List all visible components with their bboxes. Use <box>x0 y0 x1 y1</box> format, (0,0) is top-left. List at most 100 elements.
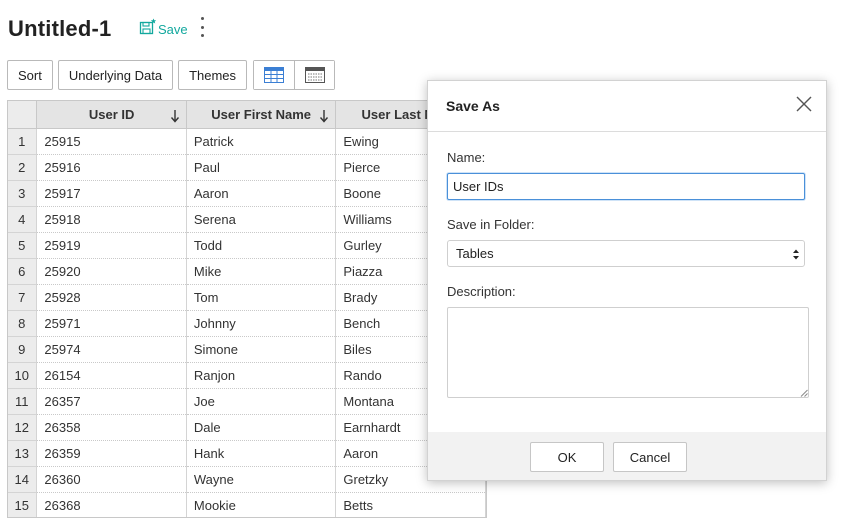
dialog-title: Save As <box>446 98 500 114</box>
summary-view-icon <box>304 67 325 83</box>
table-cell[interactable]: 25918 <box>36 206 187 233</box>
row-number: 14 <box>8 466 38 493</box>
row-number: 12 <box>8 414 38 441</box>
ok-button[interactable]: OK <box>530 442 604 472</box>
table-cell[interactable]: Patrick <box>186 128 337 155</box>
table-row[interactable]: 1 25915 Patrick Ewing <box>8 128 486 155</box>
table-cell[interactable]: 26154 <box>36 362 187 389</box>
row-number: 15 <box>8 492 38 517</box>
row-number: 13 <box>8 440 38 467</box>
table-cell[interactable]: Serena <box>186 206 337 233</box>
table-cell[interactable]: Mookie <box>186 492 337 517</box>
table-cell[interactable]: 25916 <box>36 154 187 181</box>
document-title: Untitled-1 <box>8 16 112 41</box>
table-cell[interactable]: Simone <box>186 336 337 363</box>
underlying-data-button[interactable]: Underlying Data <box>57 60 174 90</box>
dialog-footer: OK Cancel <box>428 432 826 480</box>
table-cell[interactable]: 25928 <box>36 284 187 311</box>
table-cell[interactable]: 25971 <box>36 310 187 337</box>
table-cell[interactable]: 26359 <box>36 440 187 467</box>
table-cell[interactable]: Dale <box>186 414 337 441</box>
sort-descending-icon[interactable] <box>319 109 329 123</box>
table-cell[interactable]: Paul <box>186 154 337 181</box>
table-row[interactable]: 13 26359 Hank Aaron <box>8 440 486 467</box>
table-cell[interactable]: Betts <box>335 492 486 517</box>
row-number: 10 <box>8 362 38 389</box>
column-header-label: User ID <box>88 106 135 122</box>
select-arrows-icon <box>793 249 799 260</box>
row-number: 9 <box>8 336 38 363</box>
data-table: User ID User First Name User Last Name 1… <box>7 100 487 518</box>
description-label: Description: <box>447 284 516 299</box>
table-row[interactable]: 14 26360 Wayne Gretzky <box>8 466 486 493</box>
resize-grip-icon[interactable] <box>800 389 808 397</box>
save-icon <box>139 18 157 34</box>
table-cell[interactable]: Mike <box>186 258 337 285</box>
table-row[interactable]: 6 25920 Mike Piazza <box>8 258 486 285</box>
row-number: 3 <box>8 180 38 207</box>
table-view-icon <box>264 67 285 83</box>
more-options-icon[interactable] <box>196 17 208 37</box>
table-row[interactable]: 9 25974 Simone Biles <box>8 336 486 363</box>
toolbar: Sort Underlying Data Themes <box>7 60 336 90</box>
table-corner <box>8 101 38 129</box>
sort-button[interactable]: Sort <box>7 60 53 90</box>
table-row[interactable]: 5 25919 Todd Gurley <box>8 232 486 259</box>
table-cell[interactable]: 26368 <box>36 492 187 517</box>
summary-view-button[interactable] <box>294 61 335 89</box>
save-button[interactable]: Save <box>139 16 188 37</box>
table-cell[interactable]: 26358 <box>36 414 187 441</box>
table-row[interactable]: 10 26154 Ranjon Rando <box>8 362 486 389</box>
table-row[interactable]: 11 26357 Joe Montana <box>8 388 486 415</box>
table-row[interactable]: 15 26368 Mookie Betts <box>8 492 486 517</box>
table-cell[interactable]: 26360 <box>36 466 187 493</box>
sort-descending-icon[interactable] <box>170 109 180 123</box>
dialog-header: Save As <box>428 81 826 132</box>
save-label: Save <box>158 22 188 37</box>
folder-label: Save in Folder: <box>447 217 535 232</box>
title-bar: Untitled-1 <box>8 14 111 44</box>
table-cell[interactable]: Wayne <box>186 466 337 493</box>
close-icon[interactable] <box>795 95 813 113</box>
name-label: Name: <box>447 150 486 165</box>
row-number: 4 <box>8 206 38 233</box>
column-header-user-id[interactable]: User ID <box>36 101 187 129</box>
table-row[interactable]: 8 25971 Johnny Bench <box>8 310 486 337</box>
table-cell[interactable]: 25917 <box>36 180 187 207</box>
cancel-button[interactable]: Cancel <box>613 442 687 472</box>
table-cell[interactable]: Joe <box>186 388 337 415</box>
row-number: 8 <box>8 310 38 337</box>
column-header-user-first-name[interactable]: User First Name <box>186 101 337 129</box>
table-cell[interactable]: Tom <box>186 284 337 311</box>
table-cell[interactable]: Johnny <box>186 310 337 337</box>
table-row[interactable]: 2 25916 Paul Pierce <box>8 154 486 181</box>
table-cell[interactable]: 25915 <box>36 128 187 155</box>
table-view-button[interactable] <box>254 61 295 89</box>
table-row[interactable]: 7 25928 Tom Brady <box>8 284 486 311</box>
table-cell[interactable]: 26357 <box>36 388 187 415</box>
folder-select-value: Tables <box>456 246 494 261</box>
table-cell[interactable]: Todd <box>186 232 337 259</box>
row-number: 2 <box>8 154 38 181</box>
row-number: 11 <box>8 388 38 415</box>
table-row[interactable]: 4 25918 Serena Williams <box>8 206 486 233</box>
row-number: 6 <box>8 258 38 285</box>
table-cell[interactable]: 25920 <box>36 258 187 285</box>
row-number: 5 <box>8 232 38 259</box>
table-row[interactable]: 3 25917 Aaron Boone <box>8 180 486 207</box>
table-cell[interactable]: 25919 <box>36 232 187 259</box>
name-input[interactable] <box>447 173 805 200</box>
table-cell[interactable]: Aaron <box>186 180 337 207</box>
column-header-label: User First Name <box>211 106 311 122</box>
view-toggle-group <box>253 60 336 90</box>
table-cell[interactable]: Hank <box>186 440 337 467</box>
save-as-dialog: Save As Name: Save in Folder: Tables Des… <box>427 80 827 481</box>
themes-button[interactable]: Themes <box>178 60 248 90</box>
description-textarea[interactable] <box>447 307 809 398</box>
row-number: 1 <box>8 128 38 155</box>
folder-select[interactable]: Tables <box>447 240 805 267</box>
table-row[interactable]: 12 26358 Dale Earnhardt <box>8 414 486 441</box>
row-number: 7 <box>8 284 38 311</box>
table-cell[interactable]: 25974 <box>36 336 187 363</box>
table-cell[interactable]: Ranjon <box>186 362 337 389</box>
